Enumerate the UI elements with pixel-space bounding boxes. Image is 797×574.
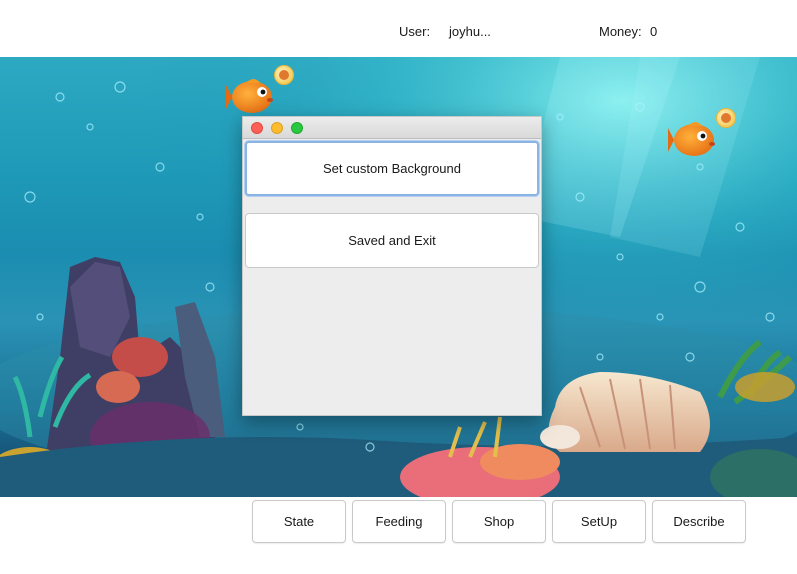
money-label: Money: (599, 24, 642, 39)
minimize-window-button[interactable] (271, 122, 283, 134)
settings-dialog: Set custom Background Saved and Exit (242, 116, 542, 416)
money-value: 0 (650, 24, 658, 39)
status-bar: User: joyhu... Money: 0 (0, 0, 797, 57)
setup-button[interactable]: SetUp (552, 500, 646, 543)
coin-icon[interactable] (715, 107, 737, 129)
bottom-toolbar: State Feeding Shop SetUp Describe (0, 497, 797, 574)
set-custom-background-button[interactable]: Set custom Background (245, 141, 539, 196)
feeding-button[interactable]: Feeding (352, 500, 446, 543)
state-button[interactable]: State (252, 500, 346, 543)
user-label: User: (399, 24, 431, 39)
user-name: joyhu... (449, 24, 491, 39)
shop-button[interactable]: Shop (452, 500, 546, 543)
saved-and-exit-button[interactable]: Saved and Exit (245, 213, 539, 268)
describe-button[interactable]: Describe (652, 500, 746, 543)
coin-icon[interactable] (273, 64, 295, 86)
maximize-window-button[interactable] (291, 122, 303, 134)
dialog-titlebar[interactable] (243, 117, 541, 139)
close-window-button[interactable] (251, 122, 263, 134)
